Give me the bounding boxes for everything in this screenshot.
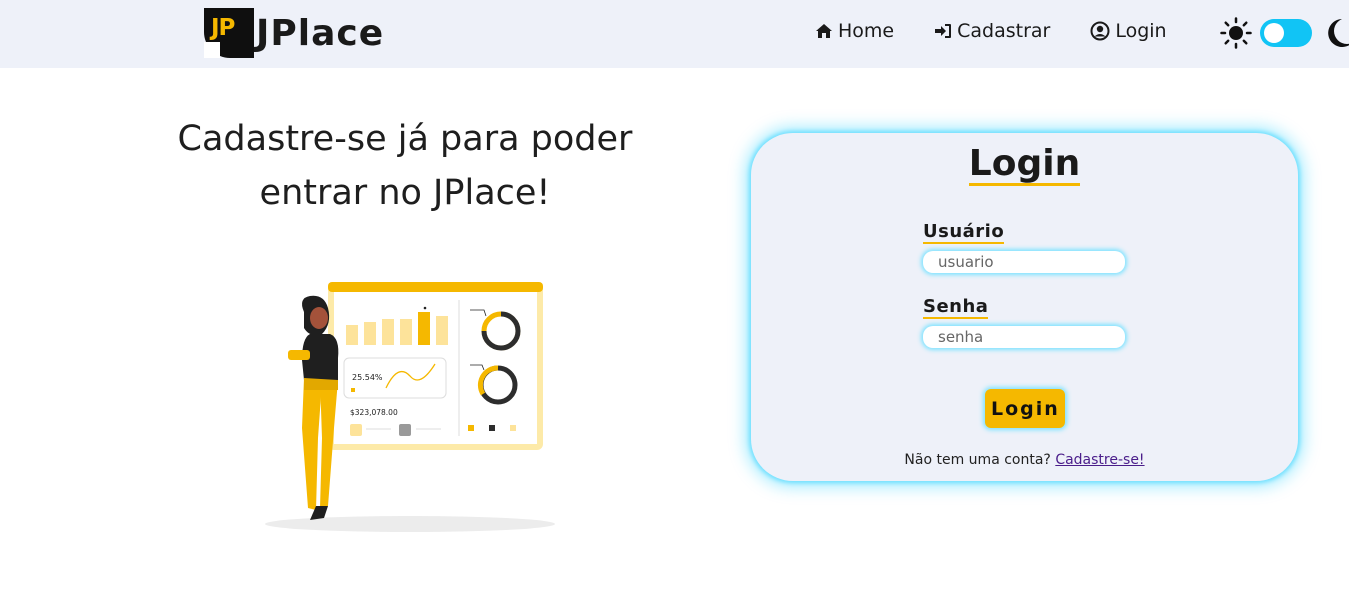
brand-logo[interactable]: JP JPlace (204, 8, 384, 58)
logo-mark: JP (204, 8, 254, 58)
theme-toggle[interactable] (1260, 19, 1312, 47)
hero-title-line1: Cadastre-se já para poder (177, 119, 633, 159)
brand-name: JPlace (256, 12, 385, 54)
nav-item-login-label: Login (1115, 20, 1167, 42)
moon-icon (1328, 19, 1349, 47)
password-label: Senha (923, 296, 989, 319)
navbar: JP JPlace Home Cadastrar Login (0, 0, 1349, 68)
nav-item-login[interactable]: Login (1090, 20, 1167, 42)
nav-links: Home Cadastrar Login (815, 20, 1207, 42)
sun-icon (1220, 17, 1252, 49)
sign-in-icon (935, 24, 952, 38)
username-input[interactable] (923, 251, 1125, 273)
hero-title-line2: entrar no JPlace! (259, 173, 551, 213)
nav-item-home-label: Home (838, 20, 895, 42)
theme-switcher (1220, 17, 1349, 49)
theme-toggle-knob (1264, 23, 1284, 43)
login-button[interactable]: Login (985, 389, 1065, 428)
illustration-percent: 25.54% (352, 373, 383, 382)
signup-link[interactable]: Cadastre-se! (1055, 452, 1144, 468)
logo-mark-text: JP (211, 15, 235, 41)
illustration-amount: $323,078.00 (350, 408, 398, 417)
username-label: Usuário (923, 221, 1005, 244)
password-input[interactable] (923, 326, 1125, 348)
dashboard-illustration: 25.54% $323,078.00 (265, 282, 555, 532)
login-card-title: Login (968, 143, 1081, 186)
nav-item-cadastrar[interactable]: Cadastrar (934, 20, 1050, 42)
nav-item-cadastrar-label: Cadastrar (957, 20, 1051, 42)
nav-item-home[interactable]: Home (815, 20, 894, 42)
user-circle-icon (1090, 21, 1110, 41)
login-card: Login Usuário Senha Login Não tem uma co… (751, 133, 1298, 481)
hero-title: Cadastre-se já para poder entrar no JPla… (140, 112, 670, 220)
signup-prompt-text: Não tem uma conta? (904, 452, 1051, 468)
home-icon (816, 24, 832, 38)
signup-prompt: Não tem uma conta? Cadastre-se! (751, 452, 1298, 468)
